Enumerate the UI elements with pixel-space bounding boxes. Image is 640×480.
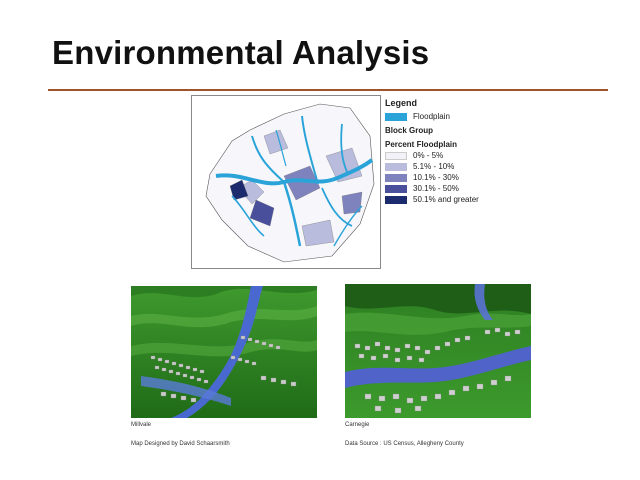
slide-title: Environmental Analysis [52, 34, 430, 71]
data-source-credit: Data Source : US Census, Allegheny Count… [345, 441, 464, 447]
map-legend: Legend Floodplain Block Group Percent Fl… [385, 98, 505, 205]
left-place-caption: Millvale [131, 422, 152, 428]
class-label: 30.1% - 50% [413, 184, 459, 193]
millvale-3d-view [131, 286, 317, 418]
title-divider [48, 89, 608, 91]
class-swatch [385, 162, 407, 171]
class-label: 50.1% and greater [413, 195, 479, 204]
percent-floodplain-heading: Percent Floodplain [385, 140, 458, 149]
legend-title: Legend [385, 98, 418, 108]
class-label: 0% - 5% [413, 151, 444, 160]
class-swatch [385, 151, 407, 160]
legend-class-row: 30.1% - 50% [385, 183, 505, 194]
millvale-terrain-graphic [131, 286, 317, 418]
legend-floodplain-row: Floodplain [385, 111, 505, 122]
legend-class-row: 10.1% - 30% [385, 172, 505, 183]
carnegie-3d-view [345, 284, 531, 418]
designer-credit: Map Designed by David Schaarsmith [131, 441, 230, 447]
class-label: 5.1% - 10% [413, 162, 455, 171]
class-swatch [385, 173, 407, 182]
floodplain-label: Floodplain [413, 112, 450, 121]
legend-class-row: 5.1% - 10% [385, 161, 505, 172]
legend-class-row: 50.1% and greater [385, 194, 505, 205]
carnegie-terrain-graphic [345, 284, 531, 418]
class-label: 10.1% - 30% [413, 173, 459, 182]
right-place-caption: Carnegie [345, 422, 370, 428]
floodplain-map [191, 95, 381, 269]
floodplain-map-graphic [205, 103, 375, 263]
legend-class-row: 0% - 5% [385, 150, 505, 161]
block-group-heading: Block Group [385, 126, 434, 135]
floodplain-swatch [385, 112, 407, 121]
class-swatch [385, 195, 407, 204]
class-swatch [385, 184, 407, 193]
